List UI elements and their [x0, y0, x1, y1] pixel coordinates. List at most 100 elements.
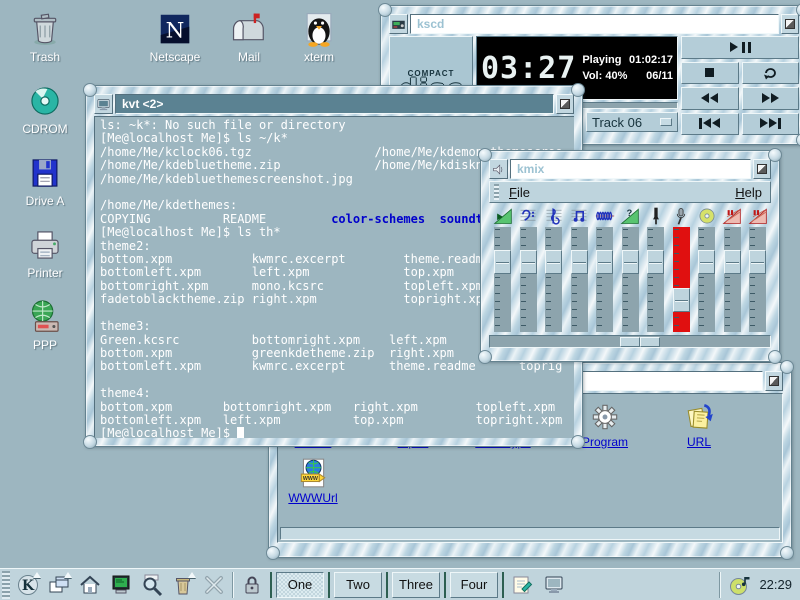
window-list-button[interactable]: [46, 572, 72, 598]
slider-handle[interactable]: [520, 250, 537, 274]
menu-tearoff-handle[interactable]: [494, 184, 499, 200]
channel-slider[interactable]: [545, 227, 562, 332]
kmix-titlebar[interactable]: kmix: [489, 159, 771, 179]
window-corner-knob: [571, 83, 585, 97]
terminal-line: bottomleft.xpm kwmrc.excerpt theme.readm…: [100, 360, 569, 373]
scrollbar-thumb[interactable]: [620, 337, 660, 347]
slider-handle[interactable]: [698, 250, 715, 274]
desktop-button-four[interactable]: Four: [450, 572, 498, 598]
channel-slider[interactable]: [647, 227, 664, 332]
maximize-icon: [560, 99, 570, 109]
desktop-button-three[interactable]: Three: [392, 572, 440, 598]
desktop-button-two[interactable]: Two: [334, 572, 382, 598]
play-pause-button[interactable]: [681, 36, 799, 59]
find-files-button[interactable]: [139, 572, 165, 598]
track-selector[interactable]: Track 06: [586, 112, 678, 132]
slider-handle[interactable]: [647, 250, 664, 274]
desktop-icon-label: PPP: [33, 338, 57, 352]
trash-applet-button[interactable]: [170, 572, 196, 598]
desktop-icon-cdrom[interactable]: CDROM: [8, 82, 82, 136]
lcd-volume: Vol: 40%: [582, 70, 627, 82]
channel-slider[interactable]: [698, 227, 715, 332]
k-menu-button[interactable]: K: [15, 572, 41, 598]
line-in-plug-icon[interactable]: [645, 206, 667, 226]
desktop-icon-drive-a[interactable]: Drive A: [8, 154, 82, 208]
terminal-line: theme4:: [100, 387, 569, 400]
mixer-scrollbar[interactable]: [489, 335, 771, 348]
kscd-button-grid: [681, 36, 799, 136]
slider-handle[interactable]: [622, 250, 639, 274]
channel-slider[interactable]: [749, 227, 766, 332]
channel-slider[interactable]: [673, 227, 690, 332]
menu-file[interactable]: File: [509, 185, 530, 200]
slider-handle[interactable]: [494, 250, 511, 274]
slider-handle[interactable]: [749, 250, 766, 274]
window-kill-button[interactable]: [201, 572, 227, 598]
slider-handle[interactable]: [724, 250, 741, 274]
menu-help[interactable]: Help: [735, 185, 762, 200]
maximize-button[interactable]: [781, 14, 799, 34]
cd-player-icon[interactable]: [389, 14, 408, 34]
loop-button[interactable]: [742, 62, 800, 85]
desktop-button-one[interactable]: One: [276, 572, 324, 598]
window-corner-knob: [478, 350, 492, 364]
desktop-icon-xterm[interactable]: xterm: [282, 10, 356, 64]
terminal-icon[interactable]: [94, 94, 113, 114]
slider-handle[interactable]: [545, 250, 562, 274]
previous-track-button[interactable]: [681, 113, 739, 136]
desktop-icon-label: CDROM: [22, 122, 67, 136]
synth-wave-icon[interactable]: [594, 206, 616, 226]
fast-forward-button[interactable]: [742, 87, 800, 110]
slider-handle[interactable]: [571, 250, 588, 274]
panel-taskbar-icons: [509, 572, 567, 598]
maximize-button[interactable]: [753, 159, 771, 179]
window-corner-knob: [796, 133, 800, 147]
maximize-button[interactable]: [556, 94, 574, 114]
stop-button[interactable]: [681, 62, 739, 85]
slider-handle[interactable]: [673, 288, 690, 312]
desktop-icon-netscape[interactable]: NNetscape: [138, 10, 212, 64]
desktop-icon-trash[interactable]: Trash: [8, 10, 82, 64]
kscd-tray-icon[interactable]: [727, 572, 753, 598]
lock-screen-button[interactable]: [239, 572, 265, 598]
lcd-track-time: 03:27: [481, 51, 576, 86]
output-red-2-icon[interactable]: [747, 206, 769, 226]
window-corner-knob: [768, 148, 782, 162]
channel-slider[interactable]: [520, 227, 537, 332]
floppy-icon: [26, 154, 64, 192]
desktop-icon-label: Trash: [30, 50, 60, 64]
panel-hide-handle[interactable]: [2, 571, 10, 599]
kfm-item-url[interactable]: URL: [664, 400, 734, 449]
channel-slider[interactable]: [724, 227, 741, 332]
speaker-icon[interactable]: [489, 159, 508, 179]
maximize-button[interactable]: [765, 371, 783, 391]
next-track-button[interactable]: [742, 113, 800, 136]
kscd-title: kscd: [410, 14, 779, 34]
kvt-taskbar-button[interactable]: [541, 572, 567, 598]
rewind-button[interactable]: [681, 87, 739, 110]
desktop-icon-printer[interactable]: Printer: [8, 226, 82, 280]
kfm-item-wwwurl[interactable]: WWWWWWUrl: [278, 456, 348, 505]
home-folder-button[interactable]: [77, 572, 103, 598]
channel-slider[interactable]: [622, 227, 639, 332]
channel-slider[interactable]: [596, 227, 613, 332]
desktop-icon-mail[interactable]: Mail: [212, 10, 286, 64]
terminal-app-button[interactable]: [108, 572, 134, 598]
channel-slider[interactable]: [571, 227, 588, 332]
unknown-ramp-icon[interactable]: ?: [619, 206, 641, 226]
treble-clef-icon[interactable]: [543, 206, 565, 226]
volume-ramp-icon[interactable]: [492, 206, 514, 226]
kvt-titlebar[interactable]: kvt <2>: [94, 94, 574, 114]
kfm-item-label: WWWUrl: [288, 491, 337, 505]
channel-slider[interactable]: [494, 227, 511, 332]
microphone-icon[interactable]: [670, 206, 692, 226]
kscd-titlebar[interactable]: kscd: [389, 14, 799, 34]
panel-clock: 22:29: [759, 577, 792, 592]
slider-handle[interactable]: [596, 250, 613, 274]
desktop-icon-ppp[interactable]: PPP: [8, 298, 82, 352]
notes-app-button[interactable]: [509, 572, 535, 598]
cd-audio-icon[interactable]: [696, 206, 718, 226]
music-notes-icon[interactable]: [568, 206, 590, 226]
output-red-1-icon[interactable]: [721, 206, 743, 226]
bass-clef-icon[interactable]: [517, 206, 539, 226]
